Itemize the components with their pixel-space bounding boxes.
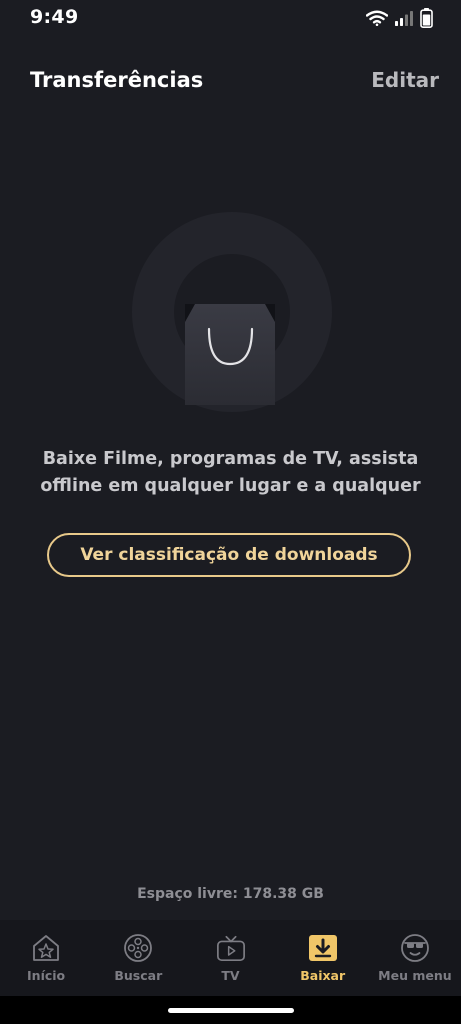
tv-icon bbox=[216, 933, 246, 963]
tab-label: Início bbox=[27, 968, 66, 983]
edit-button[interactable]: Editar bbox=[371, 68, 439, 92]
tab-tv[interactable]: TV bbox=[184, 920, 276, 996]
profile-glasses-icon bbox=[400, 933, 430, 963]
home-indicator[interactable] bbox=[168, 1008, 294, 1013]
empty-message-line-2: offline em qualquer lugar e a qualquer bbox=[40, 476, 421, 496]
page-title: Transferências bbox=[30, 68, 204, 92]
status-bar: 9:49 bbox=[0, 0, 461, 34]
tab-label: TV bbox=[221, 968, 240, 983]
status-time: 9:49 bbox=[30, 6, 79, 28]
tab-buscar[interactable]: Buscar bbox=[92, 920, 184, 996]
wifi-icon bbox=[366, 10, 388, 26]
home-star-icon bbox=[31, 933, 61, 963]
empty-message-line-1: Baixe Filme, programas de TV, assista bbox=[42, 449, 419, 469]
tab-inicio[interactable]: Início bbox=[0, 920, 92, 996]
tab-label: Meu menu bbox=[378, 968, 452, 983]
view-download-ranking-button[interactable]: Ver classificação de downloads bbox=[47, 533, 411, 577]
tab-label: Buscar bbox=[114, 968, 163, 983]
signal-icon bbox=[395, 11, 413, 26]
tab-baixar[interactable]: Baixar bbox=[277, 920, 369, 996]
battery-icon bbox=[420, 8, 433, 28]
status-icons bbox=[366, 8, 433, 28]
bottom-tab-bar: Início Buscar TV Baixar Meu menu bbox=[0, 920, 461, 996]
shopping-bag-illustration bbox=[132, 212, 332, 412]
empty-state-message: Baixe Filme, programas de TV, assista of… bbox=[20, 446, 441, 500]
download-icon bbox=[308, 933, 338, 963]
tab-meu-menu[interactable]: Meu menu bbox=[369, 920, 461, 996]
free-space-label: Espaço livre: 178.38 GB bbox=[137, 886, 324, 902]
film-reel-icon bbox=[123, 933, 153, 963]
tab-label: Baixar bbox=[300, 968, 346, 983]
page-header: Transferências Editar bbox=[0, 62, 461, 102]
